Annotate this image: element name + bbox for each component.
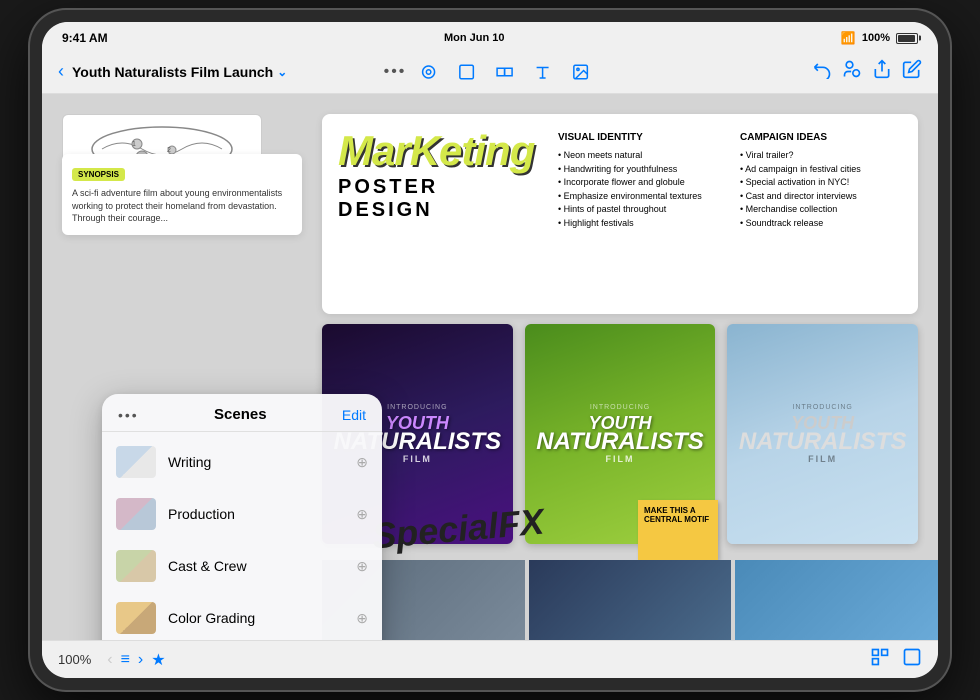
visual-identity-heading: VISUAL IDENTITY bbox=[558, 130, 720, 145]
toolbar-nav-buttons: ‹ ≡ › ★ bbox=[107, 650, 165, 670]
zoom-level[interactable]: 100% bbox=[58, 652, 91, 667]
toolbar-more-dots[interactable]: ••• bbox=[384, 63, 407, 81]
visual-identity-items: • Neon meets natural • Handwriting for y… bbox=[558, 149, 720, 230]
tool-shape[interactable] bbox=[450, 56, 482, 88]
campaign-ideas-items: • Viral trailer? • Ad campaign in festiv… bbox=[740, 149, 902, 230]
marketing-title: MarKeting bbox=[338, 130, 538, 172]
scene-name-cast: Cast & Crew bbox=[168, 558, 344, 574]
scene-name-writing: Writing bbox=[168, 454, 344, 470]
poster-label-3: INTRODUCING bbox=[792, 404, 852, 411]
scene-chevron-cast: ⊕ bbox=[356, 558, 368, 575]
title-chevron-icon[interactable]: ⌄ bbox=[277, 65, 287, 79]
status-date: Mon Jun 10 bbox=[444, 32, 505, 44]
nav-center-tools: ••• bbox=[384, 56, 597, 88]
canvas-area[interactable]: 1 2 SYNOPSIS A sci-fi adventure film abo… bbox=[42, 94, 938, 640]
campaign-ideas-heading: CAMPAIGN IDEAS bbox=[740, 130, 902, 145]
poster-subtitle-3: FILM bbox=[808, 454, 837, 464]
battery-pct: 100% bbox=[862, 32, 890, 44]
top-nav: ‹ Youth Naturalists Film Launch ⌄ ••• bbox=[42, 50, 938, 94]
document-title: Youth Naturalists Film Launch bbox=[72, 64, 273, 80]
poster-label-2: INTRODUCING bbox=[590, 404, 650, 411]
scene-item-production[interactable]: Production ⊕ bbox=[102, 488, 382, 540]
status-bar: 9:41 AM Mon Jun 10 📶 100% bbox=[42, 22, 938, 50]
prev-page-button[interactable]: ‹ bbox=[107, 651, 112, 669]
back-button[interactable]: ‹ bbox=[58, 61, 64, 82]
thumbnail-2[interactable] bbox=[529, 560, 732, 640]
ipad-frame: 9:41 AM Mon Jun 10 📶 100% ‹ Youth Natura… bbox=[30, 10, 950, 690]
undo-button[interactable] bbox=[812, 59, 832, 84]
tool-text[interactable] bbox=[526, 56, 558, 88]
synopsis-card: SYNOPSIS A sci-fi adventure film about y… bbox=[62, 154, 302, 235]
page-list-button[interactable]: ≡ bbox=[121, 651, 130, 669]
panel-more-dots[interactable]: ••• bbox=[118, 407, 139, 423]
scene-name-production: Production bbox=[168, 506, 344, 522]
poster-design-text: POSTER DESIGN bbox=[338, 176, 538, 222]
marketing-section[interactable]: MarKeting POSTER DESIGN VISUAL IDENTITY … bbox=[322, 114, 918, 314]
scene-name-color: Color Grading bbox=[168, 610, 344, 626]
marketing-title-area: MarKeting POSTER DESIGN bbox=[338, 130, 538, 222]
scene-chevron-writing: ⊕ bbox=[356, 454, 368, 471]
bottom-toolbar: 100% ‹ ≡ › ★ bbox=[42, 640, 938, 678]
poster-card-blue[interactable]: INTRODUCING YOUTHNATURALISTS FILM bbox=[727, 324, 918, 544]
ipad-screen: 9:41 AM Mon Jun 10 📶 100% ‹ Youth Natura… bbox=[42, 22, 938, 678]
poster-label-1: INTRODUCING bbox=[387, 404, 447, 411]
status-right: 📶 100% bbox=[841, 31, 918, 45]
poster-subtitle-1: FILM bbox=[403, 454, 432, 464]
tool-media[interactable] bbox=[564, 56, 596, 88]
zoom-fit-button[interactable] bbox=[902, 647, 922, 672]
scene-item-color[interactable]: Color Grading ⊕ bbox=[102, 592, 382, 640]
edit-button[interactable] bbox=[902, 59, 922, 84]
tool-objects[interactable] bbox=[488, 56, 520, 88]
thumbnail-3[interactable] bbox=[735, 560, 938, 640]
nav-title: Youth Naturalists Film Launch ⌄ bbox=[72, 64, 287, 80]
visual-identity-section: VISUAL IDENTITY • Neon meets natural • H… bbox=[558, 130, 720, 230]
scene-chevron-production: ⊕ bbox=[356, 506, 368, 523]
panel-header: ••• Scenes Edit bbox=[102, 394, 382, 432]
scene-thumb-writing bbox=[116, 446, 156, 478]
poster-title-3: YOUTHNATURALISTS bbox=[739, 415, 907, 453]
scene-thumb-color bbox=[116, 602, 156, 634]
arrange-button[interactable] bbox=[870, 647, 890, 672]
sticky-note: MAKE THIS A CENTRAL MOTIF bbox=[638, 500, 718, 560]
battery-icon bbox=[896, 33, 918, 44]
next-page-button[interactable]: › bbox=[138, 651, 143, 669]
scene-thumb-production bbox=[116, 498, 156, 530]
status-time: 9:41 AM bbox=[62, 31, 108, 45]
wifi-icon: 📶 bbox=[841, 31, 856, 45]
tool-pen[interactable] bbox=[412, 56, 444, 88]
share-button[interactable] bbox=[872, 59, 892, 84]
panel-edit-button[interactable]: Edit bbox=[342, 407, 366, 423]
synopsis-text: A sci-fi adventure film about young envi… bbox=[72, 187, 292, 225]
bottom-thumbnails bbox=[322, 560, 938, 640]
scene-list: Writing ⊕ Production ⊕ Cast & Crew ⊕ bbox=[102, 432, 382, 640]
bookmark-button[interactable]: ★ bbox=[151, 650, 165, 670]
scene-item-writing[interactable]: Writing ⊕ bbox=[102, 436, 382, 488]
scene-item-cast[interactable]: Cast & Crew ⊕ bbox=[102, 540, 382, 592]
sticky-note-text: MAKE THIS A CENTRAL MOTIF bbox=[644, 506, 709, 524]
poster-content-blue: INTRODUCING YOUTHNATURALISTS FILM bbox=[727, 324, 918, 544]
svg-text:1: 1 bbox=[132, 141, 136, 148]
panel-title: Scenes bbox=[214, 406, 267, 423]
svg-text:2: 2 bbox=[167, 147, 171, 154]
campaign-ideas-section: CAMPAIGN IDEAS • Viral trailer? • Ad cam… bbox=[740, 130, 902, 230]
collaborate-button[interactable] bbox=[842, 59, 862, 84]
synopsis-badge: SYNOPSIS bbox=[72, 168, 125, 181]
toolbar-right-tools bbox=[870, 647, 922, 672]
scene-chevron-color: ⊕ bbox=[356, 610, 368, 627]
scenes-panel: ••• Scenes Edit Writing ⊕ Production ⊕ bbox=[102, 394, 382, 640]
poster-title-2: YOUTHNATURALISTS bbox=[536, 415, 704, 453]
poster-subtitle-2: FILM bbox=[606, 454, 635, 464]
scene-thumb-cast bbox=[116, 550, 156, 582]
